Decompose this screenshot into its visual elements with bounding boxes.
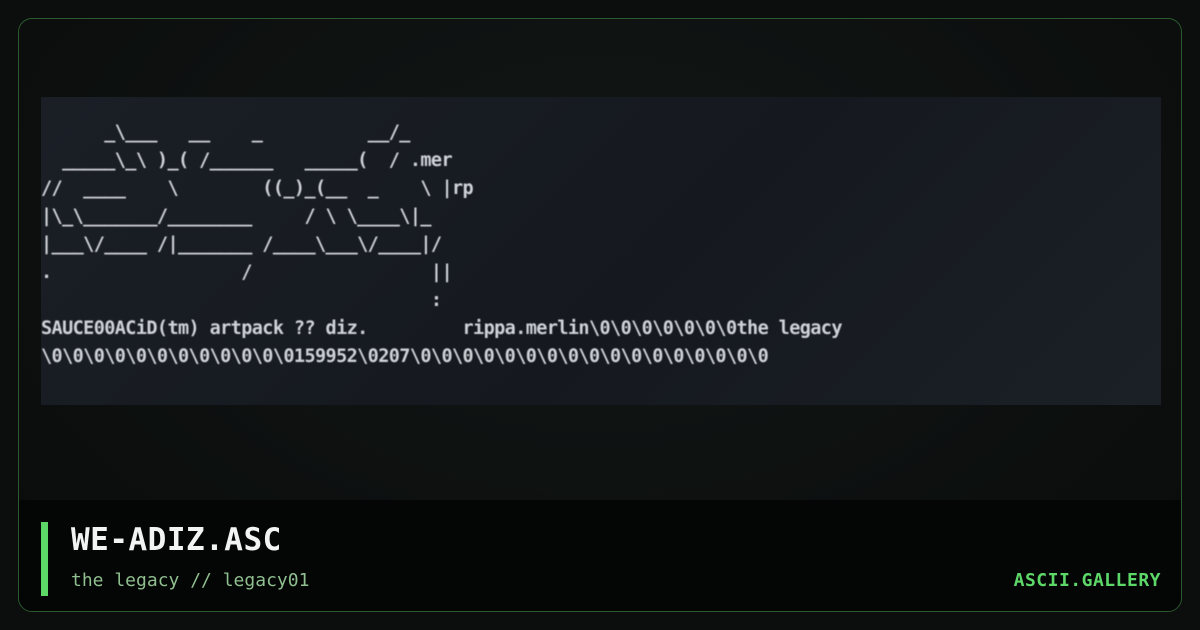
ascii-art-text: _\___ __ _ __/_ _____\_\ )_( /______ ___…: [41, 119, 842, 371]
info-footer: WE-ADIZ.ASC the legacy // legacy01 ASCII…: [19, 500, 1181, 611]
ascii-line: :: [41, 290, 442, 311]
ascii-line: SAUCE00ACiD(tm) artpack ?? diz. rippa.me…: [41, 318, 842, 339]
site-brand[interactable]: ASCII.GALLERY: [1014, 570, 1161, 591]
ascii-line: _\___ __ _ __/_: [41, 122, 410, 143]
ascii-line: |___\/____ /|_______ /____\___\/____|/: [41, 234, 442, 255]
ascii-line: \0\0\0\0\0\0\0\0\0\0\0\0159952\0207\0\0\…: [41, 346, 769, 367]
ascii-art-preview: _\___ __ _ __/_ _____\_\ )_( /______ ___…: [41, 97, 1161, 405]
ascii-line: // ____ \ ((_)_(__ _ \ |rp: [41, 178, 474, 199]
file-subtitle: the legacy // legacy01: [71, 570, 310, 591]
accent-bar: [41, 522, 48, 596]
card-frame: _\___ __ _ __/_ _____\_\ )_( /______ ___…: [18, 18, 1182, 612]
ascii-line: |\_\_______/________ / \ \____\|_: [41, 206, 432, 227]
ascii-line: _____\_\ )_( /______ _____( / .mer: [41, 150, 453, 171]
file-title: WE-ADIZ.ASC: [71, 522, 282, 558]
ascii-line: . / ||: [41, 262, 453, 283]
